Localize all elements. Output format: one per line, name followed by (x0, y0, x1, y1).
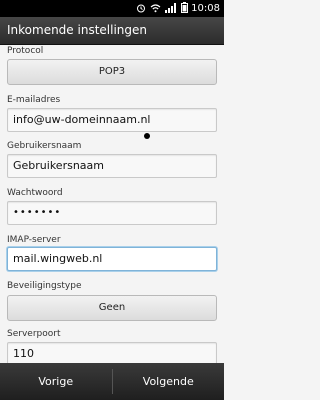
password-field[interactable]: ••••••• (7, 201, 217, 225)
protocol-button[interactable]: POP3 (7, 59, 217, 85)
alarm-icon (137, 4, 145, 12)
status-icons (136, 2, 188, 13)
password-label: Wachtwoord (7, 188, 63, 198)
page-title: Inkomende instellingen (0, 17, 224, 45)
security-type-label: Beveiligingstype (7, 281, 82, 291)
bottom-action-bar: Vorige Volgende (0, 363, 224, 400)
protocol-label: Protocol (7, 46, 44, 56)
email-label: E-mailadres (7, 95, 61, 105)
status-bar: 10:08 (0, 0, 224, 17)
username-field[interactable]: Gebruikersnaam (7, 154, 217, 178)
settings-form[interactable]: Protocol POP3 E-mailadres info@uw-domein… (0, 45, 224, 363)
email-field[interactable]: info@uw-domeinnaam.nl (7, 108, 217, 132)
server-port-label: Serverpoort (7, 329, 61, 339)
signal-icon (165, 2, 176, 13)
security-type-button[interactable]: Geen (7, 295, 217, 321)
imap-server-label: IMAP-server (7, 235, 61, 245)
battery-icon (181, 2, 188, 13)
wifi-icon (150, 3, 161, 12)
username-label: Gebruikersnaam (7, 141, 82, 151)
next-button[interactable]: Volgende (113, 363, 225, 400)
previous-button[interactable]: Vorige (0, 363, 112, 400)
status-time: 10:08 (191, 3, 220, 14)
imap-server-field[interactable]: mail.wingweb.nl (7, 247, 217, 271)
server-port-field[interactable]: 110 (7, 342, 217, 363)
pointer-dot (144, 133, 150, 139)
